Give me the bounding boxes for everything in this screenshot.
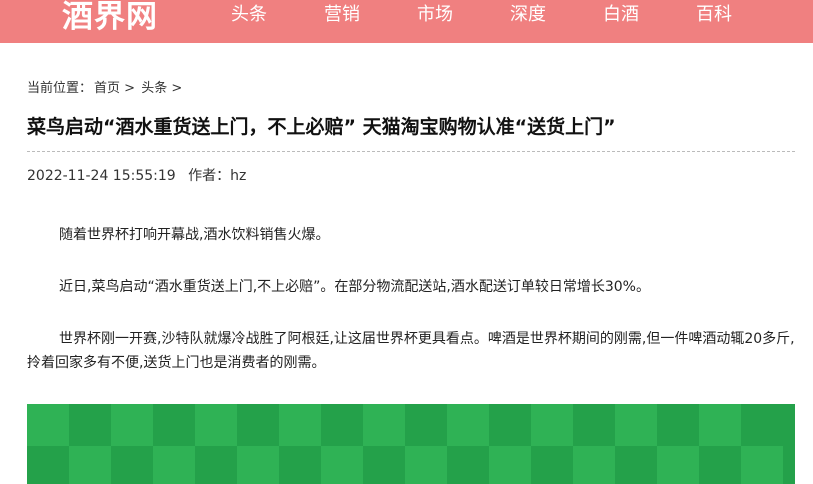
- article-paragraph: 近日,菜鸟启动“酒水重货送上门,不上必赔”。在部分物流配送站,酒水配送订单较日常…: [59, 279, 650, 295]
- image-pattern-tile: [69, 446, 111, 484]
- image-pattern-tile: [531, 404, 573, 446]
- article-paragraph: 世界杯刚一开赛,沙特队就爆冷战胜了阿根廷,让这届世界杯更具看点。啤酒是世界杯期间…: [27, 331, 795, 371]
- image-pattern-tile: [447, 404, 489, 446]
- breadcrumb-section-link[interactable]: 头条: [141, 81, 167, 96]
- article-paragraph: 随着世界杯打响开幕战,酒水饮料销售火爆。: [59, 227, 330, 243]
- image-pattern-tile: [321, 446, 363, 484]
- image-pattern-tile: [405, 446, 447, 484]
- article-title: 菜鸟启动“酒水重货送上门，不上必赔” 天猫淘宝购物认准“送货上门”: [27, 116, 616, 138]
- image-pattern-tile: [741, 446, 783, 484]
- image-pattern-tile: [699, 404, 741, 446]
- site-logo[interactable]: 酒界网: [62, 0, 158, 34]
- image-pattern-tile: [237, 446, 279, 484]
- image-pattern-tile: [27, 404, 69, 446]
- nav-item-shichang[interactable]: 市场: [417, 0, 453, 30]
- article-meta: 2022-11-24 15:55:19 作者：hz: [27, 165, 246, 185]
- title-divider: [27, 151, 795, 152]
- nav-item-toutiao[interactable]: 头条: [231, 0, 267, 30]
- breadcrumb-home-link[interactable]: 首页: [94, 81, 120, 96]
- nav-item-baijiu[interactable]: 白酒: [603, 0, 639, 30]
- article-image: [27, 404, 795, 484]
- nav-item-shendu[interactable]: 深度: [510, 0, 546, 30]
- image-pattern-tile: [195, 404, 237, 446]
- image-pattern-tile: [363, 404, 405, 446]
- article-datetime: 2022-11-24 15:55:19: [27, 168, 176, 184]
- image-pattern-tile: [279, 404, 321, 446]
- author-label: 作者：: [188, 168, 231, 184]
- image-pattern-tile: [111, 404, 153, 446]
- top-navbar: 酒界网 头条 营销 市场 深度 白酒 百科: [0, 0, 813, 43]
- image-pattern-tile: [657, 446, 699, 484]
- image-pattern-tile: [153, 446, 195, 484]
- image-pattern-tile: [489, 446, 531, 484]
- breadcrumb-prefix: 当前位置：: [27, 81, 93, 96]
- image-pattern-tile: [615, 404, 657, 446]
- breadcrumb-separator: >: [120, 81, 140, 96]
- nav-item-yingxiao[interactable]: 营销: [324, 0, 360, 30]
- breadcrumb-separator: >: [167, 81, 183, 96]
- nav-item-baike[interactable]: 百科: [696, 0, 732, 30]
- image-pattern-tile: [573, 446, 615, 484]
- article-author: hz: [230, 168, 247, 184]
- breadcrumb: 当前位置： 首页 > 头条 >: [27, 77, 184, 96]
